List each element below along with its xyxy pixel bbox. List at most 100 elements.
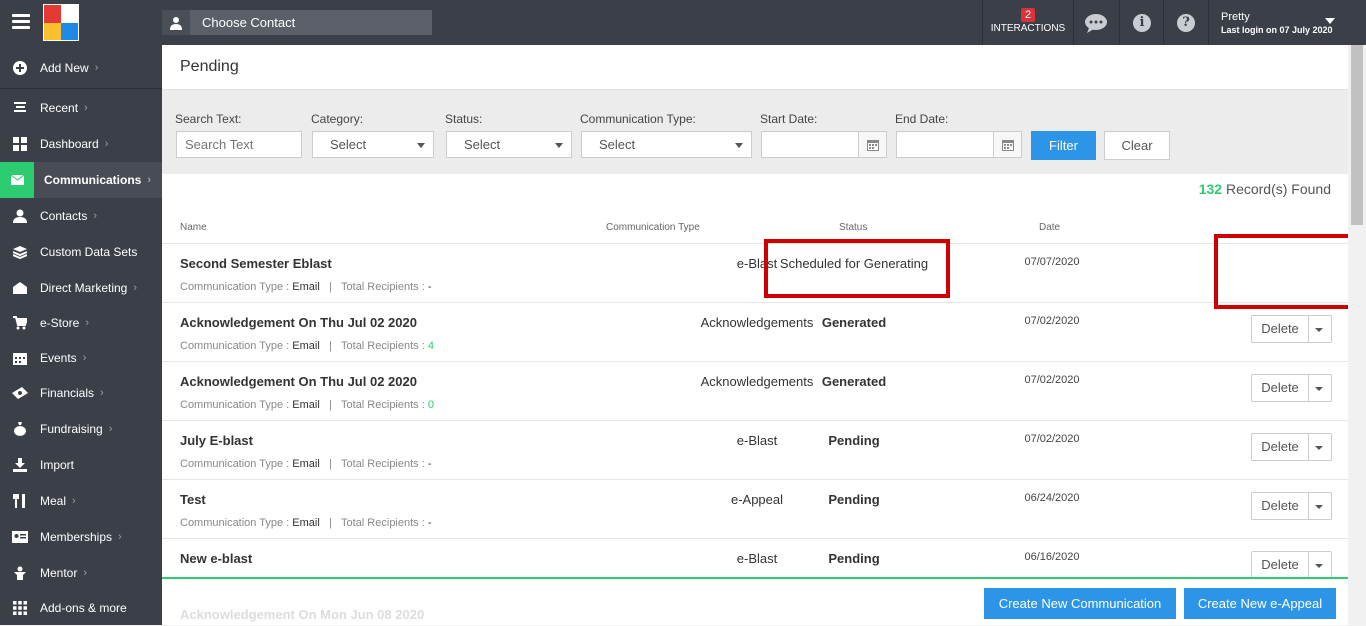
create-communication-button[interactable]: Create New Communication bbox=[984, 588, 1176, 619]
row-status: Pending bbox=[828, 492, 880, 507]
sidebar: Add New › Recent › Dashboard › Communicatio… bbox=[0, 45, 162, 625]
end-date-input[interactable] bbox=[896, 131, 1022, 158]
choose-contact-label: Choose Contact bbox=[202, 15, 296, 30]
sidebar-item-meal[interactable]: Meal › bbox=[0, 483, 162, 519]
chevron-down-icon[interactable] bbox=[1315, 505, 1323, 509]
top-bar: Choose Contact 2 INTERACTIONS i ? Pretty… bbox=[0, 0, 1366, 45]
sidebar-item-import[interactable]: Import bbox=[0, 447, 162, 483]
category-value: Select bbox=[330, 137, 367, 152]
start-date-input[interactable] bbox=[761, 131, 887, 158]
sidebar-item-label: e-Store bbox=[40, 316, 80, 330]
row-date: 06/24/2020 bbox=[1024, 492, 1080, 504]
create-e-appeal-button[interactable]: Create New e-Appeal bbox=[1184, 588, 1336, 619]
comm-type-select[interactable]: Select bbox=[581, 131, 752, 158]
row-name[interactable]: Test bbox=[180, 492, 206, 507]
chevron-down-icon[interactable] bbox=[1315, 387, 1323, 391]
info-icon[interactable]: i bbox=[1120, 0, 1164, 45]
delete-button[interactable]: Delete bbox=[1251, 315, 1332, 343]
clear-button[interactable]: Clear bbox=[1104, 131, 1170, 160]
row-name[interactable]: Acknowledgement On Thu Jul 02 2020 bbox=[180, 374, 417, 389]
app-logo[interactable] bbox=[43, 4, 79, 41]
search-input[interactable] bbox=[176, 131, 302, 158]
interactions-label: INTERACTIONS bbox=[990, 23, 1066, 34]
row-meta: Communication Type : Email | Total Recip… bbox=[180, 458, 432, 470]
sidebar-item-label: Events bbox=[40, 351, 77, 365]
money-icon bbox=[0, 387, 40, 399]
calendar-icon[interactable] bbox=[993, 132, 1021, 157]
row-meta: Communication Type : Email | Total Recip… bbox=[180, 399, 434, 411]
help-icon[interactable]: ? bbox=[1164, 0, 1208, 45]
filter-button[interactable]: Filter bbox=[1031, 131, 1096, 160]
filter-bar: Search Text: Category: Select Status: Se… bbox=[162, 90, 1348, 174]
sidebar-item-label: Memberships bbox=[40, 530, 113, 544]
table-row[interactable]: Test Communication Type : Email | Total … bbox=[162, 480, 1348, 539]
sidebar-item-label: Import bbox=[40, 458, 75, 472]
sidebar-item-direct-marketing[interactable]: Direct Marketing › bbox=[0, 270, 162, 306]
calendar-icon[interactable] bbox=[858, 132, 886, 157]
cart-icon bbox=[0, 316, 40, 330]
row-status: Pending bbox=[828, 551, 880, 566]
category-select[interactable]: Select bbox=[312, 131, 434, 158]
calendar-icon bbox=[0, 351, 40, 365]
sidebar-item-add-new[interactable]: Add New › bbox=[0, 50, 162, 86]
row-meta: Communication Type : Email | Total Recip… bbox=[180, 340, 434, 352]
end-date-label: End Date: bbox=[895, 112, 949, 126]
sidebar-item-custom-data-sets[interactable]: Custom Data Sets bbox=[0, 234, 162, 270]
interactions-button[interactable]: 2 INTERACTIONS bbox=[983, 0, 1073, 45]
chevron-down-icon[interactable] bbox=[1315, 446, 1323, 450]
delete-button[interactable]: Delete bbox=[1251, 492, 1332, 520]
sidebar-item-recent[interactable]: Recent › bbox=[0, 90, 162, 126]
sidebar-item-financials[interactable]: Financials › bbox=[0, 375, 162, 411]
row-date: 07/02/2020 bbox=[1024, 315, 1080, 327]
sidebar-item-label: Communications bbox=[44, 173, 142, 187]
table-row[interactable]: Second Semester Eblast Communication Typ… bbox=[162, 244, 1348, 303]
sidebar-item-e-store[interactable]: e-Store › bbox=[0, 305, 162, 341]
sidebar-item-label: Financials bbox=[40, 386, 95, 400]
scrollbar[interactable] bbox=[1348, 45, 1366, 625]
chevron-down-icon[interactable] bbox=[1325, 18, 1335, 24]
sidebar-item-fundraising[interactable]: Fundraising › bbox=[0, 411, 162, 447]
row-name[interactable]: July E-blast bbox=[180, 433, 253, 448]
sidebar-item-add-ons[interactable]: Add-ons & more bbox=[0, 590, 162, 626]
sidebar-item-label: Custom Data Sets bbox=[40, 245, 138, 259]
chevron-down-icon[interactable] bbox=[1315, 328, 1323, 332]
mailbox-icon bbox=[0, 281, 40, 295]
category-label: Category: bbox=[311, 112, 364, 126]
user-menu[interactable]: Pretty Last login on 07 July 2020 bbox=[1221, 11, 1333, 35]
row-name[interactable]: Second Semester Eblast bbox=[180, 256, 332, 271]
user-icon bbox=[162, 10, 190, 35]
last-login: Last login on 07 July 2020 bbox=[1221, 25, 1333, 35]
main-content: Pending Search Text: Category: Select St… bbox=[162, 45, 1355, 625]
delete-button[interactable]: Delete bbox=[1251, 374, 1332, 402]
user-name: Pretty bbox=[1221, 11, 1250, 23]
delete-button[interactable]: Delete bbox=[1251, 551, 1332, 579]
column-header-date: Date bbox=[1039, 222, 1061, 233]
status-value: Select bbox=[464, 137, 501, 152]
divider bbox=[0, 88, 162, 89]
scrollbar-thumb[interactable] bbox=[1351, 45, 1363, 225]
chat-icon[interactable] bbox=[1074, 0, 1118, 45]
sidebar-item-label: Add-ons & more bbox=[40, 601, 127, 615]
choose-contact-input[interactable]: Choose Contact bbox=[162, 10, 432, 35]
delete-button[interactable]: Delete bbox=[1251, 433, 1332, 461]
row-name[interactable]: New e-blast bbox=[180, 551, 252, 566]
sidebar-item-memberships[interactable]: Memberships › bbox=[0, 519, 162, 555]
menu-icon[interactable] bbox=[12, 14, 30, 30]
chevron-down-icon[interactable] bbox=[1315, 564, 1323, 568]
sidebar-item-events[interactable]: Events › bbox=[0, 340, 162, 376]
highlight-box bbox=[764, 239, 950, 298]
database-icon bbox=[0, 245, 40, 259]
comm-type-value: Select bbox=[599, 137, 636, 152]
sidebar-item-dashboard[interactable]: Dashboard › bbox=[0, 126, 162, 162]
status-select[interactable]: Select bbox=[446, 131, 572, 158]
table-row[interactable]: Acknowledgement On Thu Jul 02 2020 Commu… bbox=[162, 303, 1348, 362]
table-row[interactable]: Acknowledgement On Thu Jul 02 2020 Commu… bbox=[162, 362, 1348, 421]
row-name[interactable]: Acknowledgement On Thu Jul 02 2020 bbox=[180, 315, 417, 330]
sidebar-item-mentor[interactable]: Mentor › bbox=[0, 555, 162, 591]
sidebar-item-communications[interactable]: Communications › bbox=[0, 162, 162, 198]
cutlery-icon bbox=[0, 494, 40, 508]
sidebar-item-contacts[interactable]: Contacts › bbox=[0, 198, 162, 234]
sidebar-item-label: Dashboard bbox=[40, 137, 99, 151]
partial-row-name: Acknowledgement On Mon Jun 08 2020 bbox=[180, 607, 425, 622]
table-row[interactable]: July E-blast Communication Type : Email … bbox=[162, 421, 1348, 480]
